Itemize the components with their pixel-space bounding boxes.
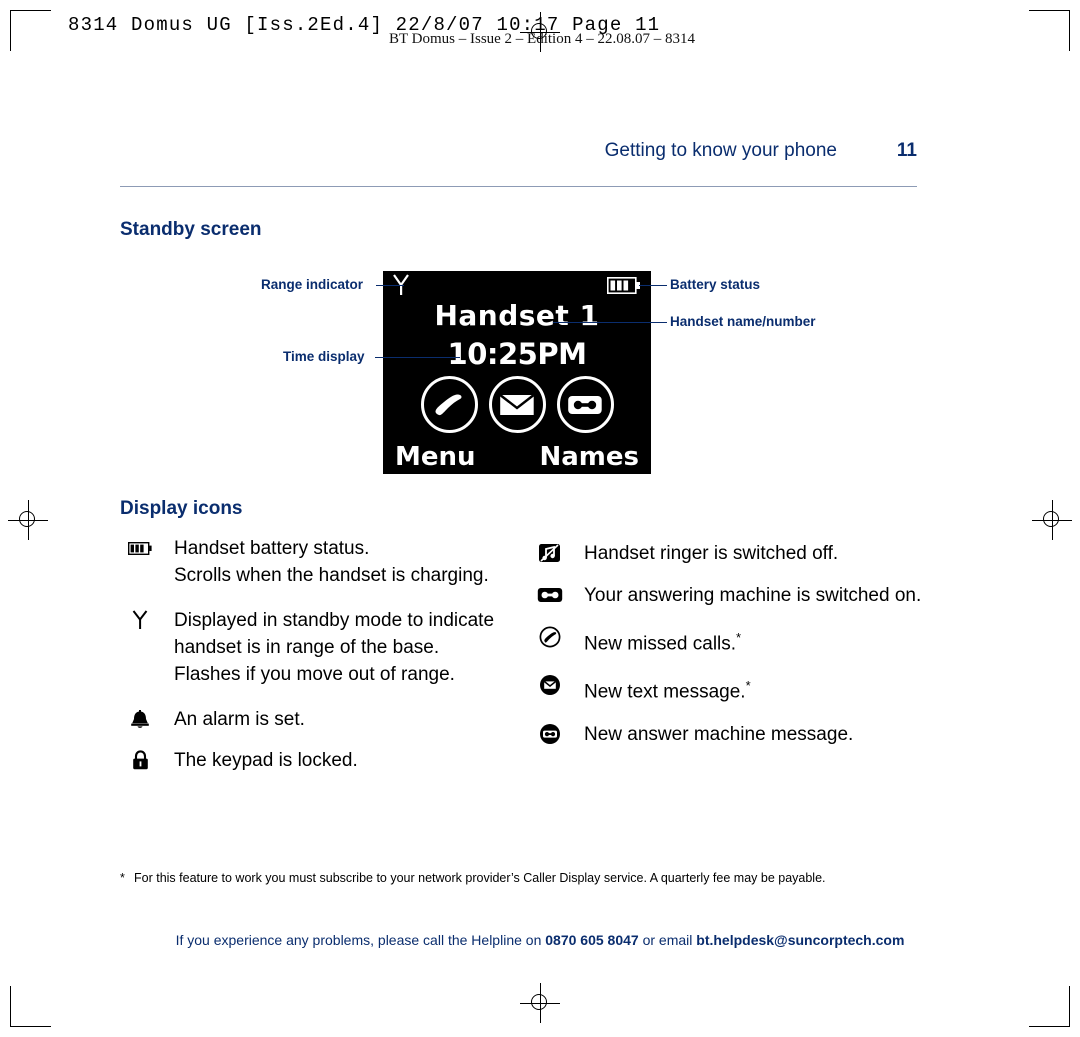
section-heading-display-icons: Display icons [120, 498, 243, 519]
battery-icon [120, 535, 160, 561]
callout-handset-name: Handset name/number [670, 314, 816, 329]
screen-icon-row [383, 376, 651, 433]
list-item-text: New text message. [584, 681, 746, 703]
list-item-line: Scrolls when the handset is charging. [174, 565, 489, 586]
list-item-line: Flashes if you move out of range. [174, 664, 455, 685]
list-item: Your answering machine is switched on. [530, 582, 950, 609]
softkey-right-label: Names [539, 442, 639, 472]
answer-machine-icon [530, 582, 570, 608]
list-item-line: New missed calls.* [584, 624, 950, 657]
callout-leader-range [376, 285, 404, 286]
registration-mark-bottom [520, 983, 560, 1023]
list-item-line: The keypad is locked. [174, 750, 358, 771]
footnote: * For this feature to work you must subs… [120, 871, 920, 885]
helpline-middle: or email [638, 932, 697, 948]
screen-handset-name: Handset 1 [434, 299, 600, 332]
list-item-line: New text message.* [584, 672, 950, 705]
list-item-line: Your answering machine is switched on. [584, 585, 922, 606]
softkey-left-label: Menu [395, 442, 476, 472]
list-item-line: An alarm is set. [174, 709, 305, 730]
helpline-footer: If you experience any problems, please c… [0, 932, 1080, 948]
list-item: Handset ringer is switched off. [530, 540, 950, 567]
missed-call-icon [530, 624, 570, 650]
list-item-line: Displayed in standby mode to indicate [174, 610, 495, 631]
list-item: New missed calls.* [530, 624, 950, 657]
list-item: New answer machine message. [530, 721, 950, 748]
callout-battery-status: Battery status [670, 277, 761, 292]
section-heading-standby: Standby screen [120, 219, 262, 240]
list-item-text: New missed calls. [584, 633, 737, 655]
padlock-icon [120, 747, 160, 773]
envelope-icon [488, 376, 546, 433]
page-number: 11 [896, 140, 917, 161]
crop-mark-top-left [10, 10, 51, 51]
screen-time: 10:25PM [447, 337, 587, 371]
list-item-line: Handset battery status. [174, 538, 370, 559]
list-item: An alarm is set. [120, 706, 540, 733]
registration-mark-right [1032, 500, 1072, 540]
page-title: Getting to know your phone [604, 140, 837, 161]
screen-softkeys: Menu Names [383, 442, 651, 472]
crop-mark-top-right [1029, 10, 1070, 51]
crop-mark-bottom-right [1029, 986, 1070, 1027]
helpline-prefix: If you experience any problems, please c… [175, 932, 546, 948]
helpline-number: 0870 605 8047 [545, 932, 639, 948]
new-text-message-icon [530, 672, 570, 698]
list-item: Handset battery status. Scrolls when the… [120, 535, 540, 589]
display-icons-left-column: Handset battery status. Scrolls when the… [120, 535, 540, 788]
phone-handset-icon [420, 376, 478, 433]
footnote-marker: * [736, 630, 742, 645]
display-icons-right-column: Handset ringer is switched off. Your ans… [530, 540, 950, 762]
standby-screen-illustration: Handset 1 10:25PM Menu Names [383, 271, 651, 474]
callout-leader-battery [639, 285, 667, 286]
list-item-line: handset is in range of the base. [174, 637, 440, 658]
list-item-line: New answer machine message. [584, 723, 854, 745]
ringer-off-icon [530, 540, 570, 566]
printer-subslug: BT Domus – Issue 2 – Edition 4 – 22.08.0… [389, 31, 695, 47]
list-item: Displayed in standby mode to indicate ha… [120, 607, 540, 688]
list-item: The keypad is locked. [120, 747, 540, 774]
callout-leader-time [375, 357, 460, 358]
answer-machine-icon [556, 376, 614, 433]
footnote-marker: * [120, 871, 125, 885]
callout-range-indicator: Range indicator [261, 277, 364, 292]
footnote-marker: * [745, 678, 751, 694]
antenna-icon [120, 607, 160, 633]
battery-icon [607, 277, 641, 294]
new-answer-message-icon [530, 721, 570, 747]
screen-status-bar [383, 271, 651, 299]
callout-time-display: Time display [283, 349, 365, 364]
header-rule [120, 186, 917, 187]
crop-mark-bottom-left [10, 986, 51, 1027]
helpline-email[interactable]: bt.helpdesk@suncorptech.com [696, 932, 904, 948]
list-item-line: Handset ringer is switched off. [584, 543, 839, 564]
list-item: New text message.* [530, 672, 950, 705]
registration-mark-left [8, 500, 48, 540]
alarm-bell-icon [120, 706, 160, 732]
callout-leader-handset-name [553, 322, 667, 323]
footnote-text: For this feature to work you must subscr… [134, 871, 826, 885]
